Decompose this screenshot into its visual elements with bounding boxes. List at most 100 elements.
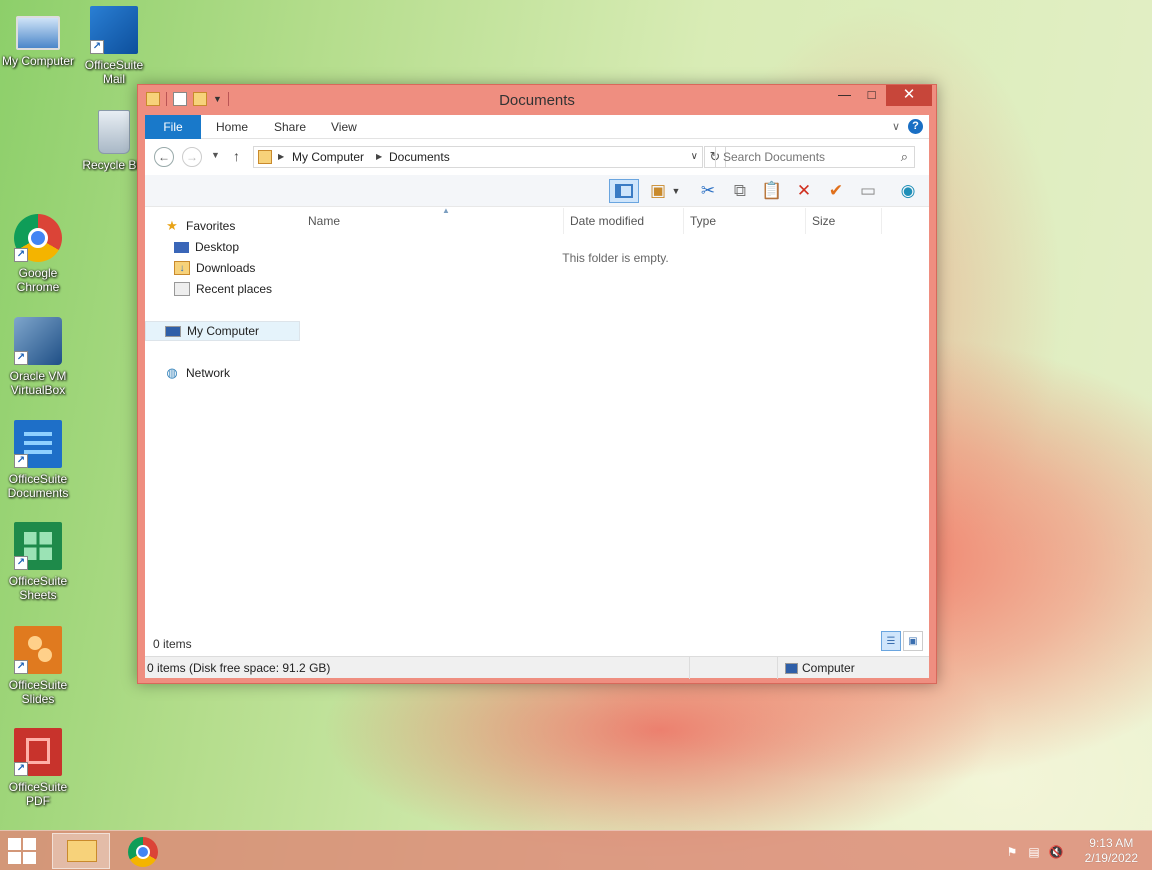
virtualbox-icon: ↗ (14, 317, 62, 365)
desktop-icon-officesuite-slides[interactable]: ↗ OfficeSuite Slides (0, 626, 76, 706)
downloads-folder-icon: ↓ (174, 261, 190, 275)
start-button[interactable] (8, 838, 38, 864)
navigation-pane-button[interactable] (609, 179, 639, 203)
rename-icon[interactable]: ▭ (855, 179, 881, 203)
chrome-icon: ↗ (14, 214, 62, 262)
column-header-date-modified[interactable]: Date modified (564, 208, 684, 234)
back-button[interactable]: ← (154, 147, 174, 167)
shortcut-arrow-icon: ↗ (90, 40, 104, 54)
breadcrumb-documents[interactable]: Documents (389, 150, 450, 164)
status-bar: 0 items (Disk free space: 91.2 GB) Compu… (145, 656, 929, 679)
desktop-icon-label: OfficeSuite PDF (8, 780, 68, 808)
address-row: ← → ▼ ↑ ▶ My Computer ▶ Documents ∨ ↻ ⌕ (145, 143, 929, 171)
file-explorer-icon (67, 840, 97, 862)
desktop-icon-label: OfficeSuite Sheets (8, 574, 68, 602)
maximize-button[interactable]: □ (858, 85, 885, 106)
shortcut-arrow-icon: ↗ (14, 351, 28, 365)
system-clock[interactable]: 9:13 AM 2/19/2022 (1085, 836, 1138, 866)
column-header-name[interactable]: Name (302, 208, 564, 234)
empty-folder-message: This folder is empty. (562, 251, 669, 265)
breadcrumb-separator-icon[interactable]: ▶ (278, 152, 284, 161)
toolbar: ▣ ▼ ✂ ⧉ 📋 ✕ ✔ ▭ ◉ (145, 175, 929, 207)
star-icon: ★ (166, 218, 178, 233)
desktop-icon-officesuite-documents[interactable]: ↗ OfficeSuite Documents (0, 420, 76, 500)
help-icon[interactable]: ? (908, 119, 923, 134)
slides-icon: ↗ (14, 626, 62, 674)
item-count: 0 items (153, 637, 192, 651)
globe-icon[interactable]: ◉ (895, 179, 921, 203)
nav-item-label: Desktop (195, 240, 240, 254)
clock-time: 9:13 AM (1089, 836, 1134, 850)
tab-home[interactable]: Home (216, 115, 248, 139)
chevron-down-icon[interactable]: ∨ (691, 151, 698, 162)
tab-share[interactable]: Share (274, 115, 306, 139)
desktop-icon-officesuite-sheets[interactable]: ↗ OfficeSuite Sheets (0, 522, 76, 602)
breadcrumb-my-computer[interactable]: My Computer (292, 150, 364, 164)
nav-item-my-computer[interactable]: My Computer (145, 321, 300, 341)
desktop-icon-label: OfficeSuite Documents (7, 472, 69, 500)
computer-icon (165, 325, 181, 337)
cut-icon[interactable]: ✂ (695, 179, 721, 203)
chevron-down-icon[interactable]: ▼ (669, 179, 683, 203)
chrome-icon (128, 837, 158, 867)
search-input[interactable] (716, 147, 886, 167)
up-arrow-icon[interactable]: ↑ (233, 148, 240, 164)
desktop-icon-officesuite-mail[interactable]: ↗ OfficeSuite Mail (76, 6, 152, 86)
apply-checkmark-icon[interactable]: ✔ (823, 179, 849, 203)
taskbar: ⚑ ▤ 🔇 9:13 AM 2/19/2022 (0, 830, 1152, 870)
taskbar-chrome[interactable] (114, 833, 172, 869)
nav-item-label: Favorites (186, 219, 236, 233)
nav-item-recent-places[interactable]: Recent places (174, 279, 272, 299)
recent-places-icon (174, 282, 190, 296)
address-bar[interactable]: ▶ My Computer ▶ Documents ∨ (253, 146, 703, 168)
pdf-icon: ↗ (14, 728, 62, 776)
desktop-icon-google-chrome[interactable]: ↗ Google Chrome (0, 214, 76, 294)
file-list[interactable]: ▲ Name Date modified Type Size This fold… (302, 206, 929, 638)
documents-icon: ↗ (14, 420, 62, 468)
delete-icon[interactable]: ✕ (791, 179, 817, 203)
close-button[interactable]: ✕ (886, 85, 932, 106)
status-disk-space: 0 items (Disk free space: 91.2 GB) (147, 661, 331, 675)
navigation-pane: ★ Favorites Desktop ↓ Downloads Recent p… (145, 208, 302, 638)
recycle-bin-icon (98, 110, 130, 154)
nav-favorites[interactable]: ★ Favorites (164, 216, 235, 236)
tab-view[interactable]: View (331, 115, 357, 139)
folder-icon (258, 150, 272, 164)
mail-icon: ↗ (90, 6, 138, 54)
minimize-button[interactable]: — (831, 85, 858, 106)
column-header-type[interactable]: Type (684, 208, 806, 234)
forward-button[interactable]: → (182, 147, 202, 167)
shortcut-arrow-icon: ↗ (14, 454, 28, 468)
shortcut-arrow-icon: ↗ (14, 248, 28, 262)
organize-folder-icon[interactable]: ▣ (645, 179, 671, 203)
title-bar[interactable]: ▼ Documents — □ ✕ (138, 85, 936, 115)
copy-icon[interactable]: ⧉ (727, 179, 753, 203)
breadcrumb-separator-icon[interactable]: ▶ (376, 152, 382, 161)
pane-layout-icon (615, 184, 633, 198)
nav-item-downloads[interactable]: ↓ Downloads (174, 258, 255, 278)
shortcut-arrow-icon: ↗ (14, 556, 28, 570)
tab-file[interactable]: File (145, 115, 201, 139)
desktop-icon (174, 241, 189, 253)
nav-item-desktop[interactable]: Desktop (174, 237, 239, 257)
details-view-icon[interactable]: ☰ (881, 631, 901, 651)
network-status-icon[interactable]: ▤ (1026, 845, 1042, 859)
expand-ribbon-icon[interactable]: ∨ (892, 120, 900, 133)
ribbon-tabs: File Home Share View ∨ ? (145, 115, 929, 139)
explorer-window[interactable]: ▼ Documents — □ ✕ File Home Share View ∨… (137, 84, 937, 684)
large-icons-view-icon[interactable]: ▣ (903, 631, 923, 651)
taskbar-file-explorer[interactable] (52, 833, 110, 869)
desktop-icon-my-computer[interactable]: My Computer (0, 10, 76, 68)
recent-locations-chevron-icon[interactable]: ▼ (211, 150, 220, 160)
volume-muted-icon[interactable]: 🔇 (1048, 845, 1064, 859)
shortcut-arrow-icon: ↗ (14, 660, 28, 674)
desktop-icon-virtualbox[interactable]: ↗ Oracle VM VirtualBox (0, 317, 76, 397)
action-center-flag-icon[interactable]: ⚑ (1004, 845, 1020, 859)
search-icon[interactable]: ⌕ (901, 149, 908, 165)
nav-item-network[interactable]: ◍ Network (164, 363, 230, 383)
paste-icon[interactable]: 📋 (759, 179, 785, 203)
desktop-icon-label: My Computer (1, 54, 75, 68)
column-header-size[interactable]: Size (806, 208, 882, 234)
search-box[interactable]: ⌕ (715, 146, 915, 168)
desktop-icon-officesuite-pdf[interactable]: ↗ OfficeSuite PDF (0, 728, 76, 808)
